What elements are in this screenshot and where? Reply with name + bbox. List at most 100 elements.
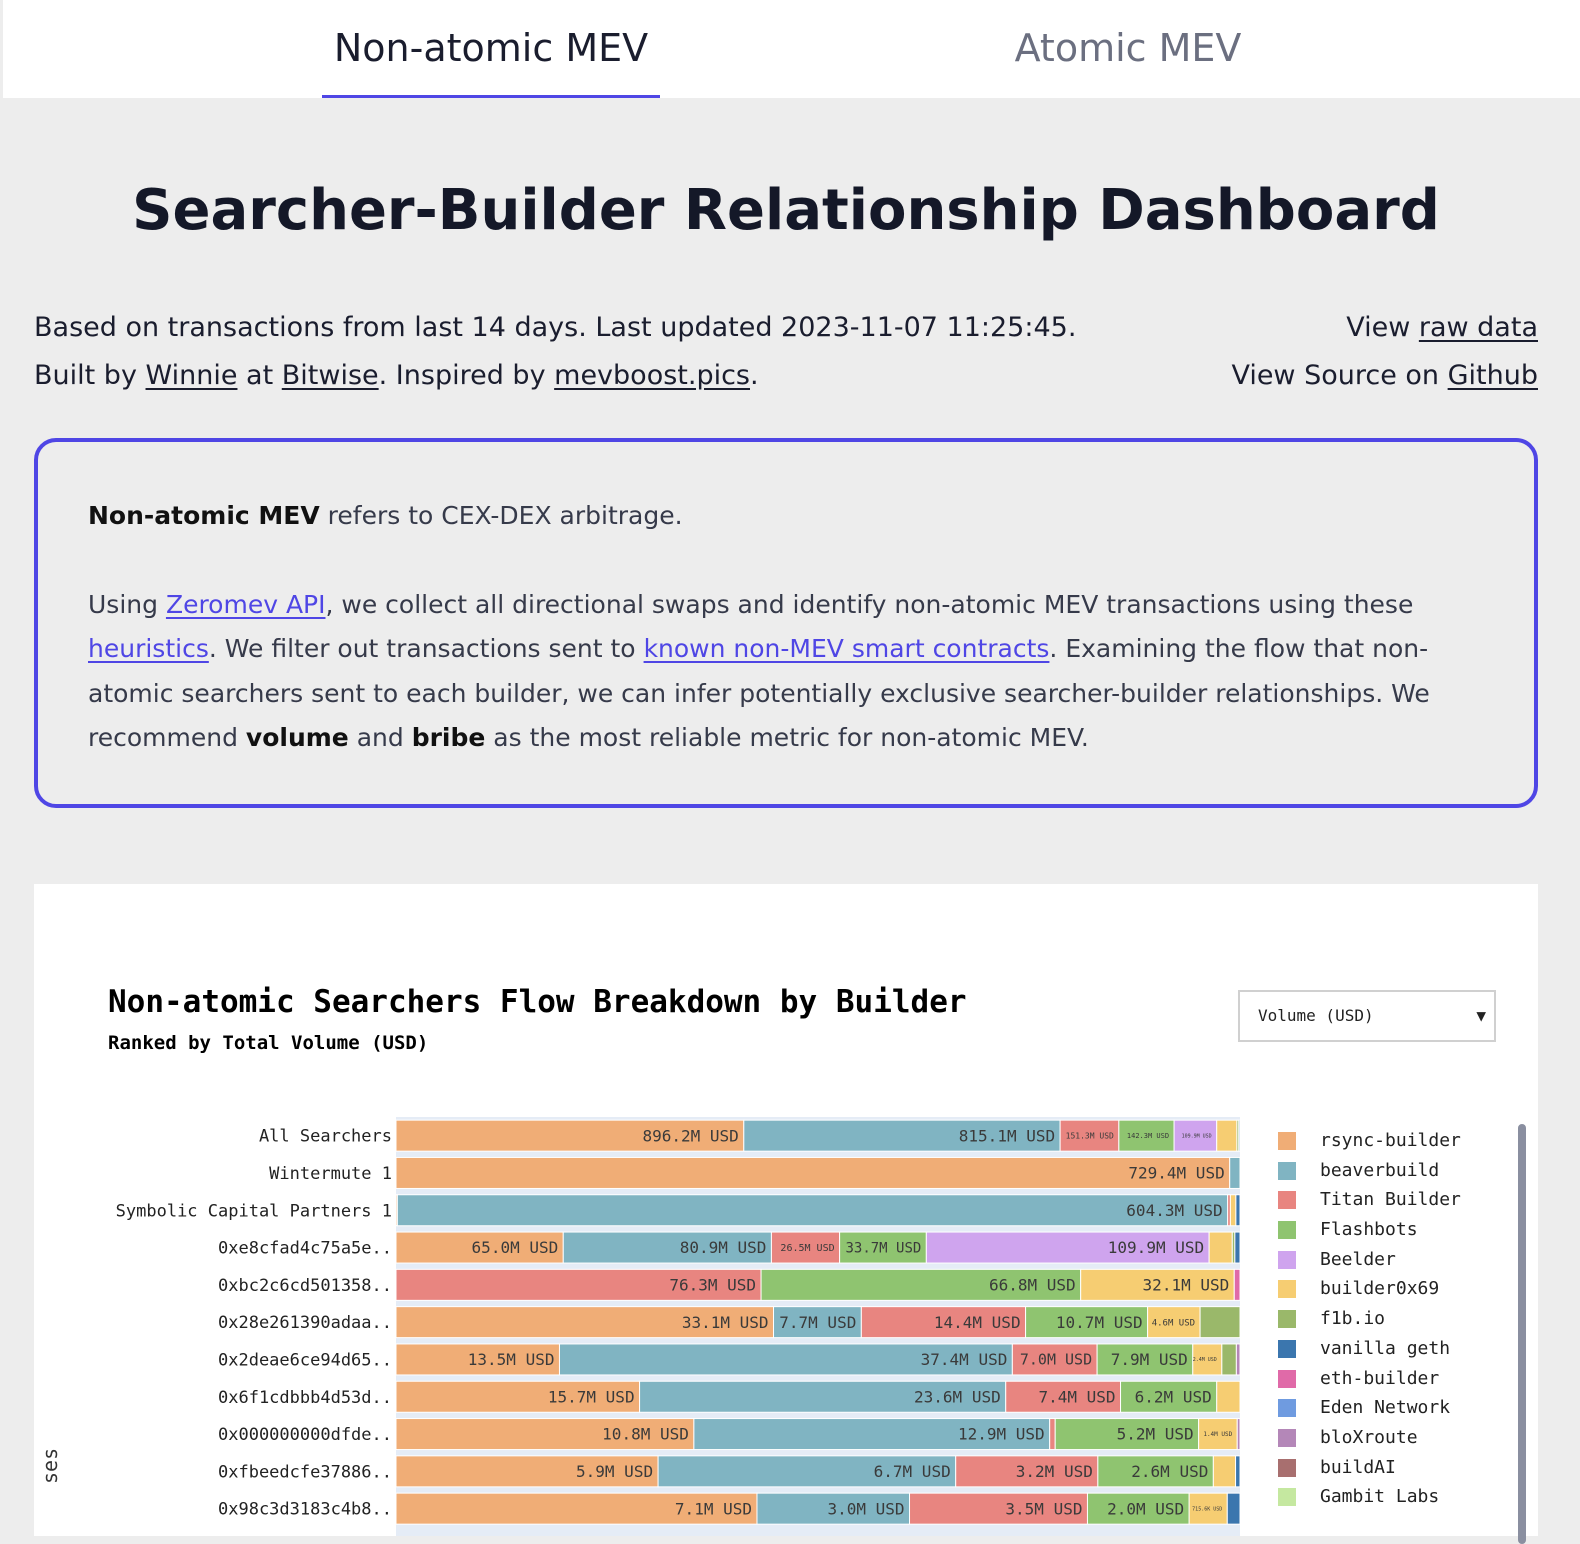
org-link[interactable]: Bitwise	[282, 360, 379, 391]
inspired-link[interactable]: mevboost.pics	[554, 360, 750, 391]
category-tick-label: 0x2deae6ce94d65..	[218, 1350, 392, 1370]
bar-value-label: 2.6M USD	[1131, 1462, 1208, 1481]
page-title: Searcher-Builder Relationship Dashboard	[132, 178, 1440, 243]
meta-info: Based on transactions from last 14 days.…	[34, 304, 1076, 400]
bar-value-label: 3.0M USD	[827, 1499, 904, 1518]
legend-label: eth-builder	[1320, 1367, 1440, 1389]
bar-value-label: 33.1M USD	[682, 1313, 769, 1332]
legend-label: buildAI	[1320, 1456, 1396, 1478]
bar-value-label: 7.7M USD	[779, 1313, 856, 1332]
bar-value-label: 5.2M USD	[1117, 1425, 1194, 1444]
bar-segment[interactable]	[395, 1156, 1231, 1189]
raw-data-line: View raw data	[1231, 304, 1538, 352]
bar-value-label: 7.9M USD	[1111, 1350, 1188, 1369]
legend-item[interactable]: builder0x69	[1278, 1278, 1478, 1308]
legend-label: Titan Builder	[1320, 1189, 1461, 1211]
legend-item[interactable]: buildAI	[1278, 1457, 1478, 1487]
legend-swatch	[1278, 1221, 1296, 1240]
legend-label: Beelder	[1320, 1248, 1396, 1270]
chart-panel: Non-atomic Searchers Flow Breakdown by B…	[34, 884, 1538, 1544]
last-updated-text: Based on transactions from last 14 days.…	[34, 312, 1077, 343]
bar-value-label: 23.6M USD	[914, 1387, 1001, 1406]
tab-non-atomic-mev[interactable]: Non-atomic MEV	[322, 0, 660, 98]
zeromev-api-link[interactable]: Zeromev API	[166, 590, 326, 619]
legend-item[interactable]: eth-builder	[1278, 1368, 1478, 1398]
bar-value-label: 66.8M USD	[989, 1275, 1076, 1294]
bar-segment[interactable]	[1235, 1194, 1241, 1227]
volume-term: volume	[245, 723, 349, 752]
info-definition-text: refers to CEX-DEX arbitrage.	[319, 501, 683, 530]
bar-value-label: 2.4M USD	[1193, 1357, 1217, 1363]
legend-swatch	[1278, 1399, 1296, 1418]
legend-item[interactable]: rsync-builder	[1278, 1130, 1478, 1160]
info-text-a: Using	[88, 589, 166, 619]
credits-period: .	[750, 360, 759, 391]
known-contracts-link[interactable]: known non-MEV smart contracts	[644, 634, 1050, 663]
legend-item[interactable]: vanilla geth	[1278, 1338, 1478, 1368]
bar-segment[interactable]	[1238, 1119, 1241, 1152]
bar-segment[interactable]	[1229, 1156, 1241, 1189]
bar-segment[interactable]	[1221, 1343, 1237, 1376]
bar-segment[interactable]	[1235, 1343, 1241, 1376]
source-line: View Source on Github	[1231, 352, 1538, 400]
category-tick-label: All Searchers	[259, 1127, 392, 1147]
info-term: Non-atomic MEV	[88, 501, 320, 530]
bar-value-label: 12.9M USD	[958, 1425, 1045, 1444]
bar-value-label: 10.7M USD	[1056, 1313, 1143, 1332]
bar-value-label: 37.4M USD	[921, 1350, 1008, 1369]
bar-segment[interactable]	[1226, 1492, 1241, 1525]
legend-swatch	[1278, 1161, 1296, 1180]
author-link[interactable]: Winnie	[146, 360, 238, 391]
bar-value-label: 7.0M USD	[1020, 1351, 1092, 1369]
raw-data-link[interactable]: raw data	[1419, 312, 1538, 343]
legend-item[interactable]: Beelder	[1278, 1249, 1478, 1279]
bar-segment[interactable]	[1234, 1231, 1241, 1264]
bar-segment[interactable]	[1235, 1455, 1241, 1488]
bar-value-label: 6.2M USD	[1135, 1387, 1212, 1406]
legend-item[interactable]: Gambit Labs	[1278, 1486, 1478, 1516]
bar-value-label: 15.7M USD	[548, 1387, 635, 1406]
bar-value-label: 33.7M USD	[845, 1240, 921, 1256]
chart-legend: rsync-builder beaverbuild Titan Builder Fla…	[1278, 1130, 1478, 1516]
bar-value-label: 1.4M USD	[1203, 1431, 1232, 1438]
info-box: Non-atomic MEV refers to CEX-DEX arbitra…	[34, 438, 1538, 808]
github-link[interactable]: Github	[1448, 360, 1538, 391]
legend-scrollbar[interactable]	[1518, 1124, 1526, 1544]
credits-line: Built by Winnie at Bitwise. Inspired by …	[34, 352, 1076, 400]
bar-value-label: 76.3M USD	[669, 1275, 756, 1294]
info-text-e: and	[348, 723, 412, 752]
heuristics-link[interactable]: heuristics	[88, 634, 209, 663]
category-tick-label: 0x000000000dfde..	[218, 1425, 392, 1445]
info-text-c: . We filter out transactions sent to	[208, 634, 644, 663]
legend-item[interactable]: beaverbuild	[1278, 1160, 1478, 1190]
legend-label: Eden Network	[1320, 1397, 1451, 1419]
bar-segment[interactable]	[1199, 1306, 1241, 1339]
credits-prefix: Built by	[34, 360, 146, 391]
bar-value-label: 729.4M USD	[1128, 1164, 1224, 1183]
legend-item[interactable]: f1b.io	[1278, 1308, 1478, 1338]
bar-segment[interactable]	[1049, 1418, 1056, 1451]
legend-swatch	[1278, 1428, 1296, 1447]
bar-segment[interactable]	[1216, 1380, 1241, 1413]
legend-label: bloXroute	[1320, 1426, 1418, 1448]
legend-item[interactable]: Titan Builder	[1278, 1189, 1478, 1219]
bar-segment[interactable]	[1216, 1119, 1238, 1152]
bar-segment[interactable]	[1208, 1231, 1233, 1264]
bar-value-label: 32.1M USD	[1143, 1275, 1230, 1294]
legend-item[interactable]: bloXroute	[1278, 1427, 1478, 1457]
legend-label: rsync-builder	[1320, 1130, 1461, 1151]
bar-segment[interactable]	[1212, 1455, 1237, 1488]
bar-segment[interactable]	[1229, 1194, 1237, 1227]
legend-label: Gambit Labs	[1320, 1486, 1440, 1508]
credits-inspired: . Inspired by	[378, 360, 555, 391]
bar-segment[interactable]	[1233, 1268, 1241, 1301]
legend-item[interactable]: Flashbots	[1278, 1219, 1478, 1249]
tab-atomic-mev[interactable]: Atomic MEV	[983, 0, 1273, 98]
legend-swatch	[1278, 1339, 1296, 1358]
bar-segment[interactable]	[1236, 1418, 1241, 1451]
bar-value-label: 2.0M USD	[1107, 1499, 1184, 1518]
view-prefix: View	[1346, 312, 1419, 343]
bar-segment[interactable]	[396, 1194, 1229, 1227]
bar-value-label: 715.6K USD	[1192, 1506, 1222, 1512]
legend-item[interactable]: Eden Network	[1278, 1397, 1478, 1427]
